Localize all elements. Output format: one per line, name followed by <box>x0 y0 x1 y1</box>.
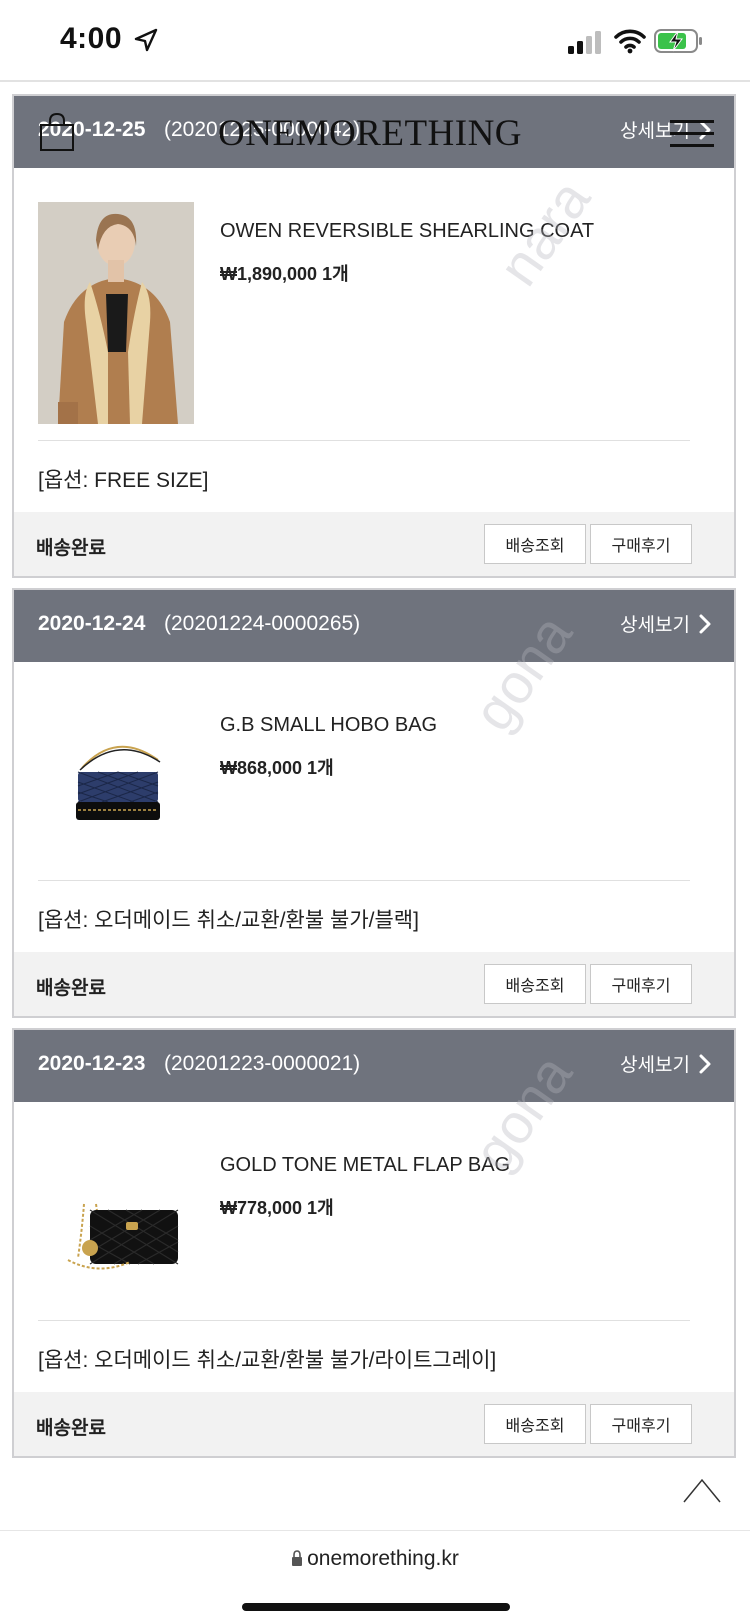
order-number: (20201224-0000265) <box>164 612 361 635</box>
chevron-right-icon <box>699 1054 711 1073</box>
product-image-flap-bag[interactable] <box>38 1130 194 1352</box>
battery-charging-icon <box>654 29 702 53</box>
order-card: 2020-12-24 (20201224-0000265) 상세보기 G.B S… <box>12 588 736 1018</box>
lock-icon <box>292 1550 303 1566</box>
order-footer: 배송완료 배송조회 구매후기 <box>14 952 734 1016</box>
product-price-qty: ₩778,000 1개 <box>220 1198 334 1218</box>
product-name[interactable]: G.B SMALL HOBO BAG <box>220 714 437 737</box>
top-divider <box>0 80 750 82</box>
divider <box>38 440 690 441</box>
chevron-right-icon <box>699 614 711 633</box>
wifi-icon <box>614 29 646 54</box>
divider <box>38 1320 690 1321</box>
order-number: (20201223-0000021) <box>164 1052 361 1075</box>
order-footer: 배송완료 배송조회 구매후기 <box>14 1392 734 1456</box>
home-indicator <box>242 1603 510 1611</box>
order-date: 2020-12-24 <box>38 612 146 635</box>
product-name[interactable]: OWEN REVERSIBLE SHEARLING COAT <box>220 220 594 243</box>
status-time: 4:00 <box>60 22 123 55</box>
view-details-link[interactable]: 상세보기 <box>620 610 712 637</box>
write-review-button[interactable]: 구매후기 <box>590 524 692 564</box>
product-image-hobo-bag[interactable] <box>38 690 194 912</box>
order-header: 2020-12-24 (20201224-0000265) 상세보기 <box>14 590 734 662</box>
product-price-qty: ₩868,000 1개 <box>220 758 334 778</box>
delivery-status: 배송완료 <box>36 538 106 559</box>
url-text: onemorething.kr <box>307 1547 459 1570</box>
hamburger-menu-icon[interactable] <box>670 118 714 150</box>
scroll-top-icon[interactable] <box>682 1476 722 1504</box>
browser-url-bar[interactable]: onemorething.kr <box>0 1530 750 1623</box>
cellular-signal-icon <box>568 31 601 54</box>
delivery-status: 배송완료 <box>36 1418 106 1439</box>
delivery-status: 배송완료 <box>36 978 106 999</box>
view-details-label: 상세보기 <box>620 1055 690 1076</box>
track-delivery-button[interactable]: 배송조회 <box>484 524 586 564</box>
shopping-bag-icon[interactable] <box>38 112 76 152</box>
product-image-coat[interactable] <box>38 202 194 424</box>
product-price-qty: ₩1,890,000 1개 <box>220 264 349 284</box>
order-date: 2020-12-23 <box>38 1052 146 1075</box>
url-display[interactable]: onemorething.kr <box>0 1547 750 1571</box>
product-name[interactable]: GOLD TONE METAL FLAP BAG <box>220 1154 510 1177</box>
order-card: 2020-12-25 (20201225-0000042) 상세보기 OWEN … <box>12 94 736 578</box>
track-delivery-button[interactable]: 배송조회 <box>484 1404 586 1444</box>
order-footer: 배송완료 배송조회 구매후기 <box>14 512 734 576</box>
view-details-link[interactable]: 상세보기 <box>620 1050 712 1077</box>
divider <box>38 880 690 881</box>
track-delivery-button[interactable]: 배송조회 <box>484 964 586 1004</box>
order-header: 2020-12-23 (20201223-0000021) 상세보기 <box>14 1030 734 1102</box>
order-card: 2020-12-23 (20201223-0000021) 상세보기 GOLD … <box>12 1028 736 1458</box>
status-bar: 4:00 <box>0 0 750 80</box>
write-review-button[interactable]: 구매후기 <box>590 964 692 1004</box>
product-option: [옵션: FREE SIZE] <box>38 469 209 492</box>
brand-logo[interactable]: ONEMORETHING <box>218 112 522 155</box>
view-details-label: 상세보기 <box>620 615 690 636</box>
write-review-button[interactable]: 구매후기 <box>590 1404 692 1444</box>
product-option: [옵션: 오더메이드 취소/교환/환불 불가/블랙] <box>38 909 419 932</box>
product-option: [옵션: 오더메이드 취소/교환/환불 불가/라이트그레이] <box>38 1349 497 1372</box>
location-arrow-icon <box>134 28 158 52</box>
